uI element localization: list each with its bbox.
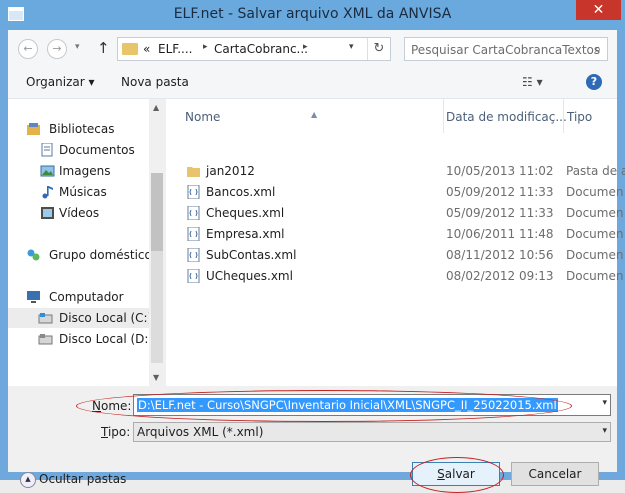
scrollbar-thumb[interactable] — [151, 173, 163, 251]
filename-input[interactable]: D:\ELF.net - Curso\SNGPC\Inventario Inic… — [133, 394, 611, 416]
change-view-button[interactable]: ☷ ▾ — [522, 75, 543, 89]
nav-item-label: Disco Local (C:) — [59, 311, 153, 325]
nav-item-label: Computador — [49, 290, 124, 304]
command-toolbar: Organizar ▾ Nova pasta ☷ ▾ ? — [8, 68, 617, 99]
nav-item-computer[interactable]: Computador — [8, 287, 149, 307]
nav-item-drive-c[interactable]: Disco Local (C:) — [8, 308, 153, 328]
drive-icon — [38, 313, 53, 324]
file-list: Nome ▲ Data de modificaç... Tipo jan2012… — [166, 99, 625, 386]
file-row[interactable]: Bancos.xml 05/09/2012 11:33 Documen — [166, 182, 623, 203]
scrollbar-track[interactable] — [151, 251, 163, 363]
save-options-footer: Nome: D:\ELF.net - Curso\SNGPC\Inventari… — [8, 386, 617, 493]
nav-item-label: Grupo doméstico — [49, 248, 152, 262]
xml-file-icon — [187, 206, 200, 220]
homegroup-icon — [27, 249, 40, 261]
xml-file-icon — [187, 185, 200, 199]
scroll-up-icon[interactable]: ▲ — [153, 103, 159, 112]
file-row[interactable]: UCheques.xml 08/02/2012 09:13 Documen — [166, 266, 623, 287]
nav-item-label: Vídeos — [59, 206, 100, 220]
dialog-client: ← → ▾ ↑ « ELF.... ▸ CartaCobranc... ▸ ▾ … — [8, 30, 625, 493]
close-button[interactable]: ✕ — [576, 0, 621, 20]
browser-area: Bibliotecas Documentos Imagens Músicas V… — [8, 99, 625, 386]
up-folder-button[interactable]: ↑ — [97, 39, 110, 57]
video-icon — [41, 207, 54, 219]
save-button[interactable]: Salvar — [412, 462, 500, 486]
address-bar[interactable]: « ELF.... ▸ CartaCobranc... ▸ ▾ ↻ — [117, 37, 391, 61]
filetype-dropdown-icon[interactable]: ▾ — [602, 426, 607, 436]
filename-value[interactable]: D:\ELF.net - Curso\SNGPC\Inventario Inic… — [137, 398, 558, 412]
library-icon — [27, 123, 40, 135]
nav-item-libraries[interactable]: Bibliotecas — [8, 119, 149, 139]
recent-locations-dropdown-icon[interactable]: ▾ — [75, 42, 80, 52]
navigation-scrollbar[interactable]: ▲ ▼ — [149, 99, 166, 386]
organize-button[interactable]: Organizar ▾ — [26, 75, 95, 89]
computer-icon — [27, 291, 40, 303]
back-button[interactable]: ← — [18, 39, 38, 59]
sort-ascending-icon: ▲ — [311, 110, 318, 119]
filename-label: Nome: — [92, 399, 132, 413]
file-row[interactable]: SubContas.xml 08/11/2012 10:56 Documen — [166, 245, 623, 266]
window-title: ELF.net - Salvar arquivo XML da ANVISA — [173, 6, 452, 22]
search-placeholder: Pesquisar CartaCobrancaTextos — [411, 43, 601, 57]
filetype-select[interactable]: Arquivos XML (*.xml) ▾ — [133, 422, 611, 442]
navigation-pane: Bibliotecas Documentos Imagens Músicas V… — [8, 99, 153, 386]
filename-dropdown-icon[interactable]: ▾ — [602, 398, 607, 408]
cancel-button[interactable]: Cancelar — [511, 462, 599, 486]
nav-item-label: Imagens — [59, 164, 111, 178]
scroll-down-icon[interactable]: ▼ — [153, 373, 159, 382]
filetype-label: Tipo: — [101, 425, 131, 439]
folder-icon — [122, 43, 138, 55]
column-header-name[interactable]: Nome ▲ — [166, 99, 443, 133]
navigation-bar: ← → ▾ ↑ « ELF.... ▸ CartaCobranc... ▸ ▾ … — [8, 30, 617, 68]
search-icon[interactable]: ⌕ — [594, 42, 601, 57]
nav-item-documents[interactable]: Documentos — [8, 140, 149, 160]
xml-file-icon — [187, 248, 200, 262]
file-row[interactable]: Empresa.xml 10/06/2011 11:48 Documen — [166, 224, 623, 245]
nav-item-label: Músicas — [59, 185, 107, 199]
breadcrumb-chevron-icon[interactable]: ▸ — [203, 42, 208, 52]
file-row[interactable]: jan2012 10/05/2013 11:02 Pasta de a — [166, 161, 625, 182]
breadcrumb-item-elf[interactable]: ELF.... — [158, 42, 193, 56]
document-icon — [41, 143, 53, 157]
nav-item-label: Documentos — [59, 143, 135, 157]
title-bar[interactable]: ELF.net - Salvar arquivo XML da ANVISA ✕ — [0, 0, 625, 30]
chevron-up-icon: ▲ — [20, 472, 36, 488]
breadcrumb-chevron-icon[interactable]: ▸ — [303, 42, 308, 52]
xml-file-icon — [187, 227, 200, 241]
refresh-button[interactable]: ↻ — [367, 38, 390, 60]
breadcrumb-item-cartacobranca[interactable]: CartaCobranc... — [214, 42, 308, 56]
nav-item-label: Bibliotecas — [49, 122, 115, 136]
nav-item-label: Disco Local (D:) — [59, 332, 154, 346]
new-folder-button[interactable]: Nova pasta — [121, 75, 189, 89]
help-icon[interactable]: ? — [586, 74, 602, 90]
xml-file-icon — [187, 269, 200, 283]
nav-item-drive-d[interactable]: Disco Local (D:) — [8, 329, 153, 349]
file-row[interactable]: Cheques.xml 05/09/2012 11:33 Documen — [166, 203, 623, 224]
search-box[interactable]: Pesquisar CartaCobrancaTextos ⌕ — [404, 37, 608, 61]
column-header-date[interactable]: Data de modificaç... — [444, 99, 567, 133]
breadcrumb-overflow[interactable]: « — [143, 42, 150, 56]
drive-icon — [38, 334, 53, 345]
nav-item-music[interactable]: Músicas — [8, 182, 149, 202]
nav-item-videos[interactable]: Vídeos — [8, 203, 149, 223]
folder-icon — [187, 167, 200, 177]
music-icon — [42, 186, 53, 199]
nav-item-images[interactable]: Imagens — [8, 161, 149, 181]
image-icon — [40, 165, 55, 177]
column-header-type[interactable]: Tipo — [564, 99, 617, 133]
nav-item-homegroup[interactable]: Grupo doméstico — [8, 245, 152, 265]
address-dropdown-icon[interactable]: ▾ — [349, 42, 354, 52]
filetype-value: Arquivos XML (*.xml) — [137, 425, 264, 439]
forward-button[interactable]: → — [47, 39, 67, 59]
